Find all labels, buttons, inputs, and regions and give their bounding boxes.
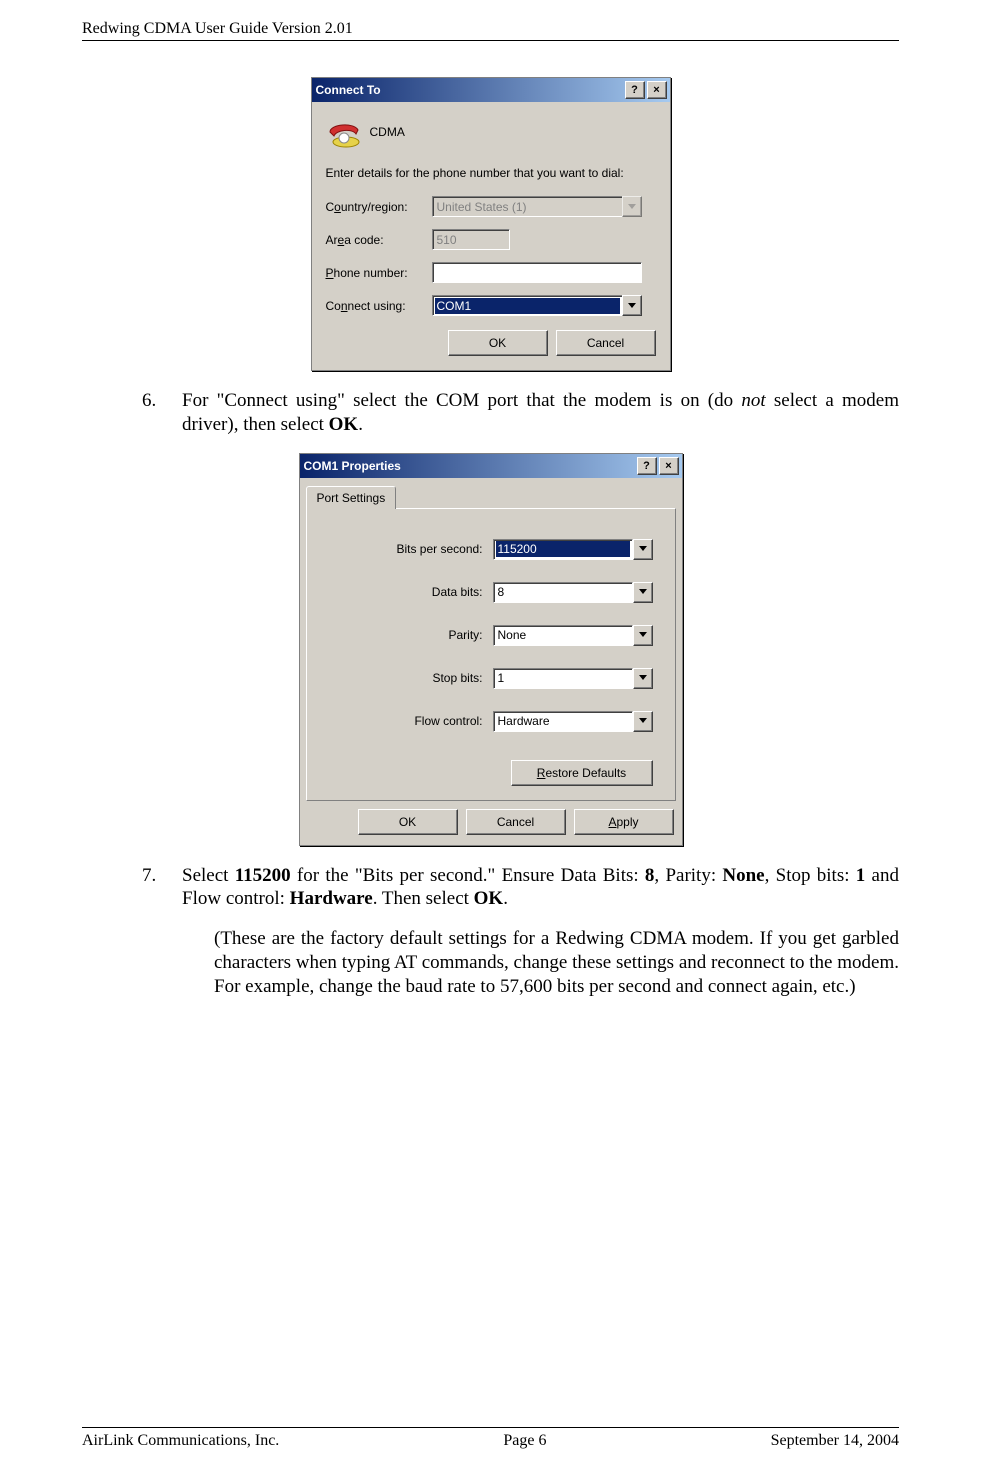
parity-label: Parity: (448, 628, 482, 642)
close-button[interactable]: × (647, 81, 667, 99)
phone-icon (326, 116, 360, 148)
dropdown-icon[interactable] (633, 582, 653, 603)
step-text: For "Connect using" select the COM port … (182, 389, 899, 437)
dropdown-icon[interactable] (633, 668, 653, 689)
step-7: 7. Select 115200 for the "Bits per secon… (142, 864, 899, 912)
connect-using-select[interactable]: COM1 (432, 295, 642, 316)
dropdown-icon[interactable] (633, 711, 653, 732)
dropdown-icon[interactable] (633, 625, 653, 646)
flow-control-select[interactable]: Hardware (493, 711, 653, 732)
dropdown-icon[interactable] (622, 295, 642, 316)
country-select: United States (1) (432, 196, 642, 217)
connect-using-value: COM1 (432, 295, 622, 316)
footer-center: Page 6 (503, 1432, 546, 1450)
step-number: 7. (142, 864, 166, 912)
country-label: Country/region: (326, 200, 424, 214)
data-bits-value: 8 (493, 582, 633, 603)
bits-per-second-value: 115200 (496, 541, 630, 557)
step-number: 6. (142, 389, 166, 437)
help-button[interactable]: ? (637, 457, 657, 475)
tab-panel: Bits per second: 115200 Data bits: 8 Par… (306, 508, 676, 801)
step-text: Select 115200 for the "Bits per second."… (182, 864, 899, 912)
dialog-titlebar: Connect To ? × (312, 78, 670, 102)
data-bits-label: Data bits: (432, 585, 483, 599)
cancel-button[interactable]: Cancel (466, 809, 566, 835)
data-bits-select[interactable]: 8 (493, 582, 653, 603)
page-footer: AirLink Communications, Inc. Page 6 Sept… (82, 1427, 899, 1450)
stop-bits-value: 1 (493, 668, 633, 689)
step-7-note: (These are the factory default settings … (214, 927, 899, 998)
phone-number-input[interactable] (432, 262, 642, 283)
dialog-title: COM1 Properties (304, 459, 401, 473)
cancel-button[interactable]: Cancel (556, 330, 656, 356)
restore-defaults-button[interactable]: Restore Defaults (511, 760, 653, 786)
dropdown-icon[interactable] (633, 539, 653, 560)
footer-right: September 14, 2004 (771, 1432, 899, 1450)
ok-button[interactable]: OK (448, 330, 548, 356)
dialog-instruction: Enter details for the phone number that … (326, 166, 656, 180)
area-label: Area code: (326, 233, 424, 247)
connection-name: CDMA (370, 125, 405, 139)
dialog-titlebar: COM1 Properties ? × (300, 454, 682, 478)
bits-per-second-select[interactable]: 115200 (493, 539, 653, 560)
flow-control-value: Hardware (493, 711, 633, 732)
apply-button[interactable]: Apply (574, 809, 674, 835)
stop-bits-select[interactable]: 1 (493, 668, 653, 689)
footer-left: AirLink Communications, Inc. (82, 1432, 279, 1450)
com1-properties-dialog: COM1 Properties ? × Port Settings Bits p… (299, 453, 683, 846)
help-button[interactable]: ? (625, 81, 645, 99)
close-button[interactable]: × (659, 457, 679, 475)
connect-to-dialog: Connect To ? × CDMA (311, 77, 671, 371)
connect-using-label: Connect using: (326, 299, 424, 313)
stop-bits-label: Stop bits: (432, 671, 482, 685)
dialog-title: Connect To (316, 83, 381, 97)
parity-value: None (493, 625, 633, 646)
step-6: 6. For "Connect using" select the COM po… (142, 389, 899, 437)
ok-button[interactable]: OK (358, 809, 458, 835)
flow-control-label: Flow control: (414, 714, 482, 728)
bits-per-second-label: Bits per second: (396, 542, 482, 556)
tab-port-settings[interactable]: Port Settings (306, 486, 397, 509)
area-code-input: 510 (432, 229, 510, 250)
page-header: Redwing CDMA User Guide Version 2.01 (82, 20, 899, 41)
phone-label: Phone number: (326, 266, 424, 280)
country-value: United States (1) (432, 196, 622, 217)
dropdown-icon (622, 196, 642, 217)
parity-select[interactable]: None (493, 625, 653, 646)
